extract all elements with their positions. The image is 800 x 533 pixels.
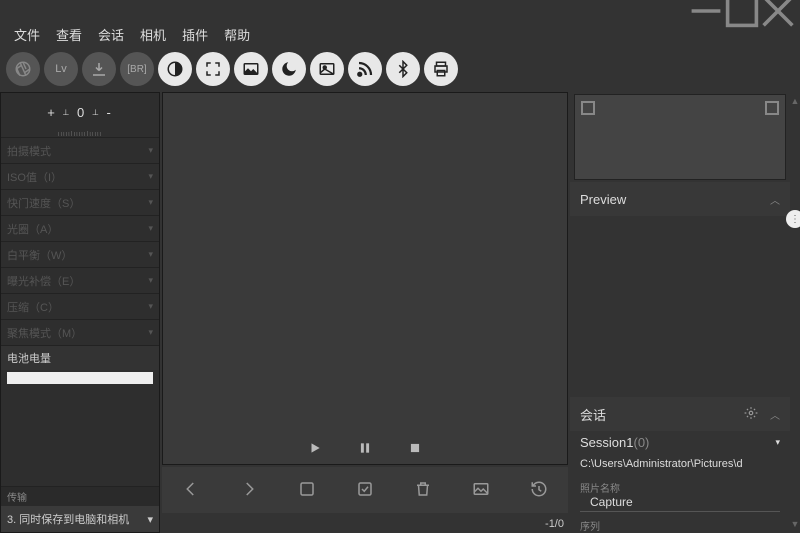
preview-viewport <box>162 92 568 465</box>
fullscreen-icon[interactable] <box>196 52 230 86</box>
print-icon[interactable] <box>424 52 458 86</box>
menu-camera[interactable]: 相机 <box>134 23 172 46</box>
exposure-dial[interactable]: + ⊥ 0 ⊥ - <box>1 93 159 131</box>
bluetooth-icon[interactable] <box>386 52 420 86</box>
menu-session[interactable]: 会话 <box>92 23 130 46</box>
battery-bar <box>7 372 153 384</box>
download-icon[interactable] <box>82 52 116 86</box>
night-icon[interactable] <box>272 52 306 86</box>
sequence-label: 序列 <box>570 512 790 533</box>
playback-controls <box>163 441 567 458</box>
center-panel: -1/0 <box>160 92 570 533</box>
play-icon[interactable] <box>308 441 322 458</box>
setting-ev[interactable]: 曝光补偿（E）▾ <box>1 267 159 293</box>
stop-icon[interactable] <box>408 441 422 458</box>
side-menu-knob[interactable]: ⋮ <box>786 210 800 228</box>
chevron-up-icon: ︿ <box>770 192 780 207</box>
session-path: C:\Users\Administrator\Pictures\d <box>570 454 790 474</box>
window-titlebar <box>0 0 800 22</box>
menu-view[interactable]: 查看 <box>50 23 88 46</box>
right-scrollbar[interactable]: ▲ ⋮ ▼ <box>790 92 800 533</box>
transfer-label: 传输 <box>1 486 159 506</box>
pause-icon[interactable] <box>358 441 372 458</box>
setting-compress[interactable]: 压缩（C）▾ <box>1 293 159 319</box>
preview-header[interactable]: Preview ︿ <box>570 182 790 216</box>
filmstrip-toolbar <box>162 467 568 513</box>
gear-icon[interactable] <box>744 406 758 423</box>
checked-icon[interactable] <box>356 480 374 501</box>
scroll-up-icon[interactable]: ▲ <box>791 96 800 106</box>
back-icon[interactable] <box>182 480 200 501</box>
contrast-icon[interactable] <box>158 52 192 86</box>
thumb-slot-left[interactable] <box>581 101 595 115</box>
transfer-select[interactable]: 3. 同时保存到电脑和相机▾ <box>1 506 159 532</box>
menu-plugins[interactable]: 插件 <box>176 23 214 46</box>
rss-icon[interactable] <box>348 52 382 86</box>
image-icon[interactable] <box>234 52 268 86</box>
folder-image-icon[interactable] <box>472 480 490 501</box>
setting-aperture[interactable]: 光圈（A）▾ <box>1 215 159 241</box>
right-panel: Preview ︿ 会话 ︿ Session1(0) ▾ C:\Users\Ad… <box>570 92 800 533</box>
unchecked-icon[interactable] <box>298 480 316 501</box>
battery-label: 电池电量 <box>1 345 159 370</box>
menu-help[interactable]: 帮助 <box>218 23 256 46</box>
menu-file[interactable]: 文件 <box>8 23 46 46</box>
image-counter: -1/0 <box>160 515 570 533</box>
setting-focus[interactable]: 聚焦模式（M）▾ <box>1 319 159 345</box>
session-select[interactable]: Session1(0) ▾ <box>570 431 790 454</box>
setting-shoot-mode[interactable]: 拍摄模式▾ <box>1 137 159 163</box>
aperture-icon[interactable] <box>6 52 40 86</box>
minimize-button[interactable] <box>688 0 724 22</box>
setting-wb[interactable]: 白平衡（W）▾ <box>1 241 159 267</box>
preview-body <box>570 216 790 397</box>
thumb-slot-right[interactable] <box>765 101 779 115</box>
thumbnail-panel <box>574 94 786 180</box>
photo-name-label: 照片名称 <box>570 474 790 495</box>
maximize-button[interactable] <box>724 0 760 22</box>
liveview-button[interactable]: Lv <box>44 52 78 86</box>
bracket-button[interactable]: [BR] <box>120 52 154 86</box>
forward-icon[interactable] <box>240 480 258 501</box>
session-header[interactable]: 会话 ︿ <box>570 397 790 431</box>
scroll-down-icon[interactable]: ▼ <box>791 519 800 529</box>
preview-title: Preview <box>580 192 626 207</box>
session-title: 会话 <box>580 405 606 424</box>
chevron-up-icon: ︿ <box>770 407 780 422</box>
picture-icon[interactable] <box>310 52 344 86</box>
toolbar: Lv [BR] <box>0 46 800 92</box>
setting-iso[interactable]: ISO值（I）▾ <box>1 163 159 189</box>
menubar: 文件 查看 会话 相机 插件 帮助 <box>0 22 800 46</box>
close-button[interactable] <box>760 0 796 22</box>
setting-shutter[interactable]: 快门速度（S）▾ <box>1 189 159 215</box>
trash-icon[interactable] <box>414 480 432 501</box>
left-panel: + ⊥ 0 ⊥ - ιιιιιΙιιιιιΙιιιιι 拍摄模式▾ ISO值（I… <box>0 92 160 533</box>
photo-name-input[interactable]: Capture <box>580 495 780 512</box>
history-icon[interactable] <box>530 480 548 501</box>
